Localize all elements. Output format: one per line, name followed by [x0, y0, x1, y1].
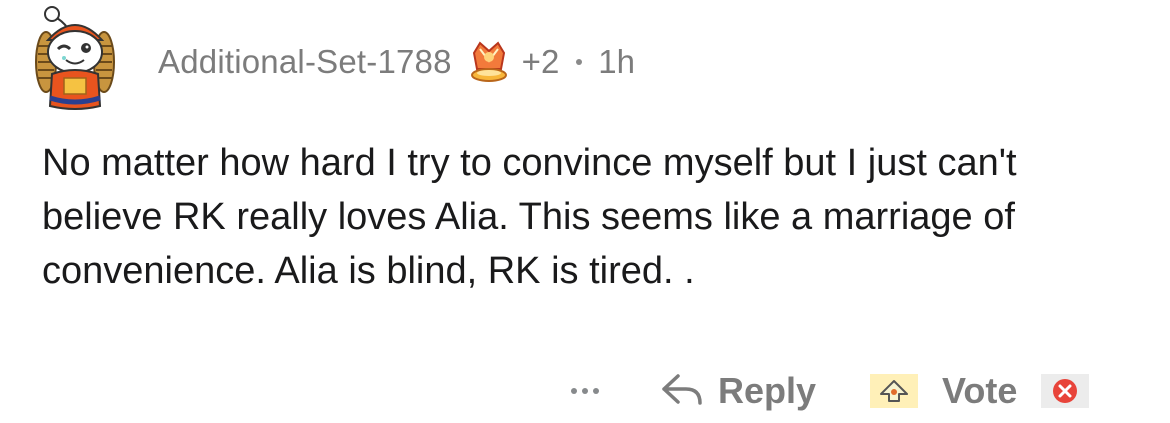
downvote-button[interactable]: [1041, 374, 1090, 408]
upvote-button[interactable]: [870, 374, 918, 408]
snoo-avatar-icon: [35, 6, 115, 110]
user-avatar[interactable]: [30, 2, 120, 110]
username-link[interactable]: Additional-Set-1788: [158, 43, 452, 81]
more-dot: [582, 388, 588, 394]
comment-body: No matter how hard I try to convince mys…: [42, 142, 1017, 292]
separator-dot: [576, 59, 583, 65]
upvote-icon: [880, 380, 908, 402]
more-dot: [593, 388, 599, 394]
reply-button[interactable]: Reply: [660, 362, 816, 420]
award-icon[interactable]: [466, 39, 512, 85]
more-options-button[interactable]: [562, 362, 608, 420]
comment-age: 1h: [598, 43, 636, 80]
reply-arrow-icon: [662, 374, 702, 405]
vote-controls: Vote: [870, 362, 1090, 420]
comment: Additional-Set-1788 +2 1h No matter how …: [0, 0, 1170, 423]
more-options-icon: [571, 388, 577, 394]
comment-actions: Reply Vote: [0, 362, 1170, 420]
vote-label: Vote: [942, 370, 1018, 411]
reply-label: Reply: [718, 370, 817, 411]
downvote-icon: [1053, 379, 1078, 403]
award-count: +2: [521, 43, 560, 80]
comment-header: Additional-Set-1788 +2 1h: [158, 36, 635, 88]
